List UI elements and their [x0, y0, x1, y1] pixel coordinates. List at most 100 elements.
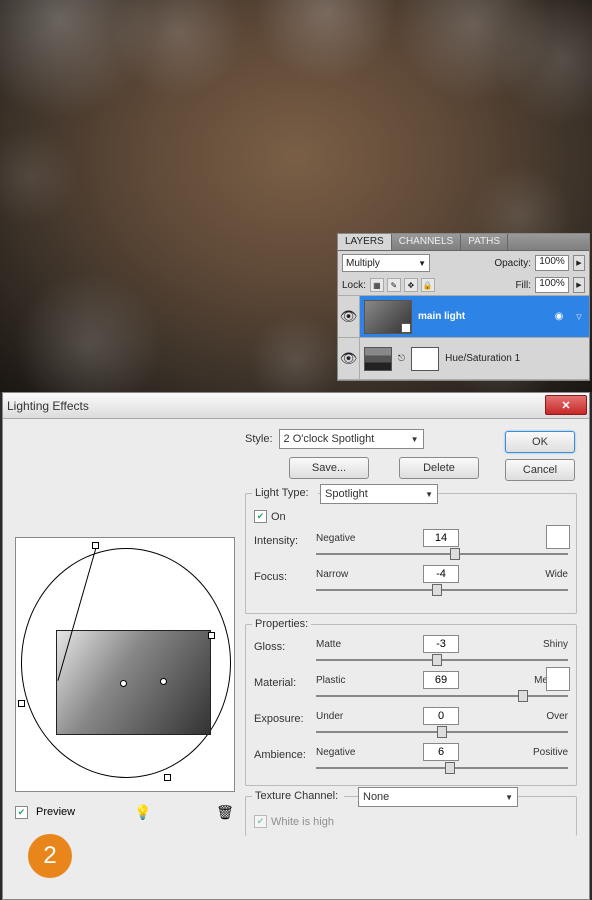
slider-name: Intensity:	[254, 535, 312, 547]
layer-mask-thumbnail[interactable]	[411, 347, 439, 371]
lock-image-icon[interactable]: ✎	[387, 278, 401, 292]
opacity-input[interactable]: 100%	[535, 255, 569, 271]
dialog-titlebar[interactable]: Lighting Effects ✕	[3, 393, 589, 419]
lighting-preview[interactable]	[15, 537, 235, 792]
lock-transparency-icon[interactable]: ▦	[370, 278, 384, 292]
layer-row[interactable]: 👁 ⎋ Hue/Saturation 1	[338, 338, 589, 380]
effects-expand-icon[interactable]: ▽	[573, 309, 585, 325]
dropdown-arrow-icon: ▼	[411, 435, 419, 444]
slider-thumb[interactable]	[445, 762, 455, 774]
ambience-input[interactable]	[423, 743, 459, 761]
dropdown-arrow-icon: ▼	[425, 490, 433, 499]
exposure-slider: Exposure: Under Over	[254, 707, 568, 733]
layer-style-icon[interactable]: ◉	[551, 311, 567, 322]
layers-panel: LAYERS CHANNELS PATHS Multiply ▼ Opacity…	[337, 233, 590, 381]
visibility-eye-icon[interactable]: 👁	[338, 338, 360, 379]
gloss-input[interactable]	[423, 635, 459, 653]
white-high-checkbox: ✔	[254, 815, 267, 828]
preview-image	[56, 630, 211, 735]
texture-channel-group: Texture Channel: None ▼ ✔ White is high	[245, 796, 577, 836]
fill-flyout-icon[interactable]: ▶	[573, 277, 585, 293]
slider-track[interactable]	[316, 731, 568, 733]
new-light-icon[interactable]: 💡	[133, 802, 153, 822]
visibility-eye-icon[interactable]: 👁	[338, 296, 360, 337]
texture-channel-label: Texture Channel:	[252, 790, 344, 802]
light-handle[interactable]	[164, 774, 171, 781]
intensity-input[interactable]	[423, 529, 459, 547]
slider-track[interactable]	[316, 589, 568, 591]
layer-thumbnail[interactable]	[364, 300, 412, 334]
ok-button[interactable]: OK	[505, 431, 575, 453]
slider-thumb[interactable]	[432, 584, 442, 596]
light-color-swatch[interactable]	[546, 525, 570, 549]
style-select[interactable]: 2 O'clock Spotlight ▼	[279, 429, 424, 449]
fill-label: Fill:	[515, 280, 531, 291]
tab-paths[interactable]: PATHS	[461, 234, 508, 250]
lighting-effects-dialog: Lighting Effects ✕ ✔ Preview 💡 🗑	[2, 392, 590, 900]
white-high-label: White is high	[271, 816, 334, 828]
fill-input[interactable]: 100%	[535, 277, 569, 293]
material-input[interactable]	[423, 671, 459, 689]
slider-name: Exposure:	[254, 713, 312, 725]
on-label: On	[271, 511, 286, 523]
layer-name[interactable]: main light	[418, 311, 465, 322]
slider-thumb[interactable]	[450, 548, 460, 560]
layer-row[interactable]: 👁 main light ◉ ▽	[338, 296, 589, 338]
light-handle[interactable]	[160, 678, 167, 685]
preview-checkbox[interactable]: ✔	[15, 806, 28, 819]
tab-layers[interactable]: LAYERS	[338, 234, 392, 250]
opacity-flyout-icon[interactable]: ▶	[573, 255, 585, 271]
lock-label: Lock:	[342, 280, 366, 291]
adjustment-thumbnail[interactable]	[364, 347, 392, 371]
slider-track[interactable]	[316, 553, 568, 555]
light-type-select[interactable]: Spotlight ▼	[320, 484, 438, 504]
texture-channel-select[interactable]: None ▼	[358, 787, 518, 807]
slider-min-label: Narrow	[316, 569, 362, 580]
ambience-slider: Ambience: Negative Positive	[254, 743, 568, 769]
layer-name[interactable]: Hue/Saturation 1	[445, 353, 520, 364]
dropdown-arrow-icon: ▼	[418, 259, 426, 268]
link-icon[interactable]: ⎋	[398, 353, 405, 364]
slider-track[interactable]	[316, 695, 568, 697]
light-handle[interactable]	[18, 700, 25, 707]
slider-name: Material:	[254, 677, 312, 689]
material-slider: Material: Plastic Metallic	[254, 671, 568, 697]
slider-min-label: Matte	[316, 639, 362, 650]
slider-thumb[interactable]	[432, 654, 442, 666]
texture-channel-value: None	[363, 791, 389, 803]
light-handle[interactable]	[208, 632, 215, 639]
slider-track[interactable]	[316, 659, 568, 661]
light-handle[interactable]	[92, 542, 99, 549]
on-checkbox[interactable]: ✔	[254, 510, 267, 523]
blend-mode-select[interactable]: Multiply ▼	[342, 254, 430, 272]
style-value: 2 O'clock Spotlight	[284, 433, 375, 445]
lock-position-icon[interactable]: ✥	[404, 278, 418, 292]
ambient-color-swatch[interactable]	[546, 667, 570, 691]
slider-name: Ambience:	[254, 749, 312, 761]
close-button[interactable]: ✕	[545, 395, 587, 415]
slider-thumb[interactable]	[437, 726, 447, 738]
properties-group: Properties: Gloss: Matte Shiny Material:…	[245, 624, 577, 786]
focus-input[interactable]	[423, 565, 459, 583]
lock-all-icon[interactable]: 🔒	[421, 278, 435, 292]
dialog-title: Lighting Effects	[7, 399, 89, 413]
slider-max-label: Wide	[520, 569, 568, 580]
slider-min-label: Negative	[316, 747, 362, 758]
slider-track[interactable]	[316, 767, 568, 769]
tab-channels[interactable]: CHANNELS	[392, 234, 461, 250]
cancel-button[interactable]: Cancel	[505, 459, 575, 481]
exposure-input[interactable]	[423, 707, 459, 725]
delete-style-button[interactable]: Delete	[399, 457, 479, 479]
opacity-label: Opacity:	[494, 258, 531, 269]
light-type-label: Light Type:	[252, 487, 318, 499]
slider-name: Gloss:	[254, 641, 312, 653]
light-center-handle[interactable]	[120, 680, 127, 687]
delete-light-icon[interactable]: 🗑	[215, 802, 235, 822]
slider-min-label: Under	[316, 711, 362, 722]
light-type-group: Light Type: Spotlight ▼ ✔ On Intensity: …	[245, 493, 577, 614]
step-badge: 2	[28, 834, 72, 878]
gloss-slider: Gloss: Matte Shiny	[254, 635, 568, 661]
dropdown-arrow-icon: ▼	[505, 793, 513, 802]
save-style-button[interactable]: Save...	[289, 457, 369, 479]
slider-thumb[interactable]	[518, 690, 528, 702]
